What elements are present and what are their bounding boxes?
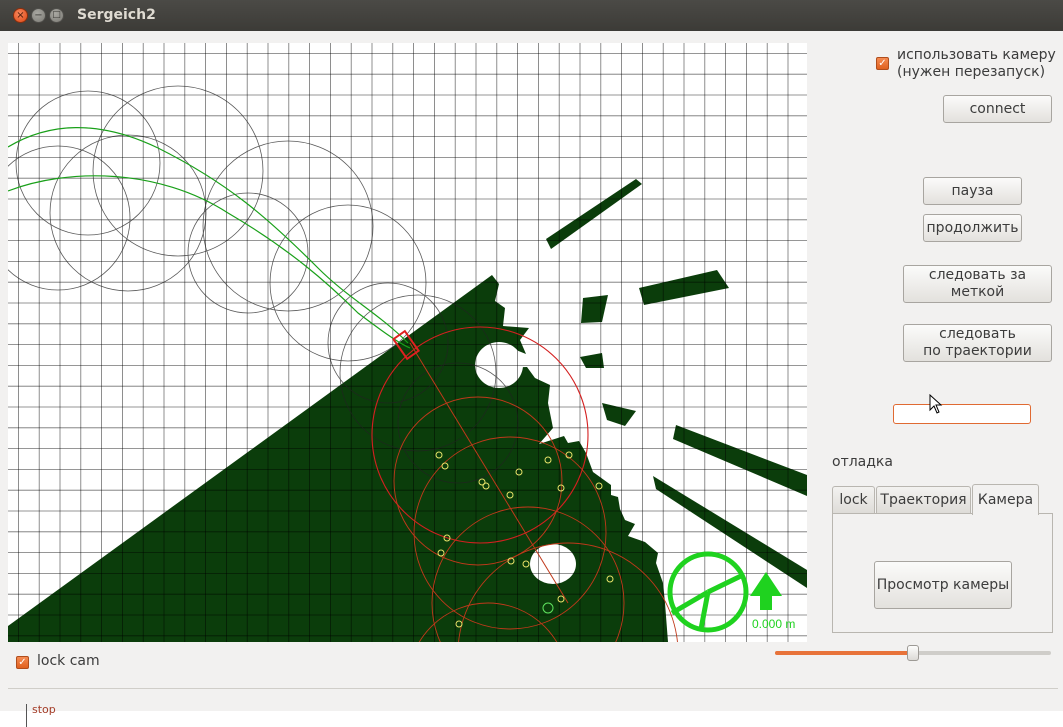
use-camera-label-line2: (нужен перезапуск)	[897, 64, 1046, 80]
maximize-window-button[interactable]: □	[49, 8, 64, 23]
slider-handle[interactable]	[907, 645, 919, 661]
lock-cam-checkbox[interactable]: ✓	[16, 656, 29, 669]
title-bar: × − □ Sergeich2	[0, 0, 1063, 31]
camera-view-button[interactable]: Просмотр камеры	[874, 561, 1012, 609]
tab-lock[interactable]: lock	[832, 486, 875, 513]
use-camera-label: использовать камеру (нужен перезапуск)	[897, 47, 1056, 81]
checkmark-icon: ✓	[18, 657, 27, 668]
maximize-icon: □	[52, 10, 61, 20]
follow-path-button[interactable]: следовать по траектории	[903, 324, 1052, 362]
lock-cam-label: lock cam	[37, 653, 100, 669]
slider-fill	[775, 651, 913, 655]
continue-button[interactable]: продолжить	[923, 214, 1022, 242]
minimize-window-button[interactable]: −	[31, 8, 46, 23]
use-camera-checkbox[interactable]: ✓	[876, 57, 889, 70]
checkmark-icon: ✓	[878, 58, 887, 69]
window-title: Sergeich2	[77, 7, 156, 23]
follow-path-line2: по траектории	[923, 343, 1032, 359]
background-window	[0, 711, 1063, 727]
background-divider	[26, 704, 27, 727]
follow-path-line1: следовать	[939, 326, 1016, 342]
status-bar	[8, 688, 1058, 709]
command-input[interactable]	[893, 404, 1031, 424]
map-canvas[interactable]: 0.000 m	[8, 43, 807, 642]
pause-button[interactable]: пауза	[923, 177, 1022, 205]
debug-tabs: lock Траектория Камера Просмотр камеры	[832, 484, 1053, 633]
map-view[interactable]: 0.000 m	[8, 43, 807, 642]
follow-marker-button[interactable]: следовать за меткой	[903, 265, 1052, 303]
tab-trajectory[interactable]: Траектория	[876, 486, 971, 513]
close-icon: ×	[16, 9, 25, 21]
connect-button[interactable]: connect	[943, 95, 1052, 123]
speed-readout: 0.000 m	[752, 617, 795, 631]
tab-camera[interactable]: Камера	[972, 484, 1039, 515]
background-window-text: stop	[32, 703, 56, 716]
debug-label: отладка	[832, 454, 893, 470]
camera-tab-panel: Просмотр камеры	[832, 513, 1053, 633]
close-window-button[interactable]: ×	[13, 8, 28, 23]
mouse-cursor-icon	[929, 394, 943, 414]
minimize-icon: −	[34, 9, 43, 21]
use-camera-label-line1: использовать камеру	[897, 47, 1056, 63]
